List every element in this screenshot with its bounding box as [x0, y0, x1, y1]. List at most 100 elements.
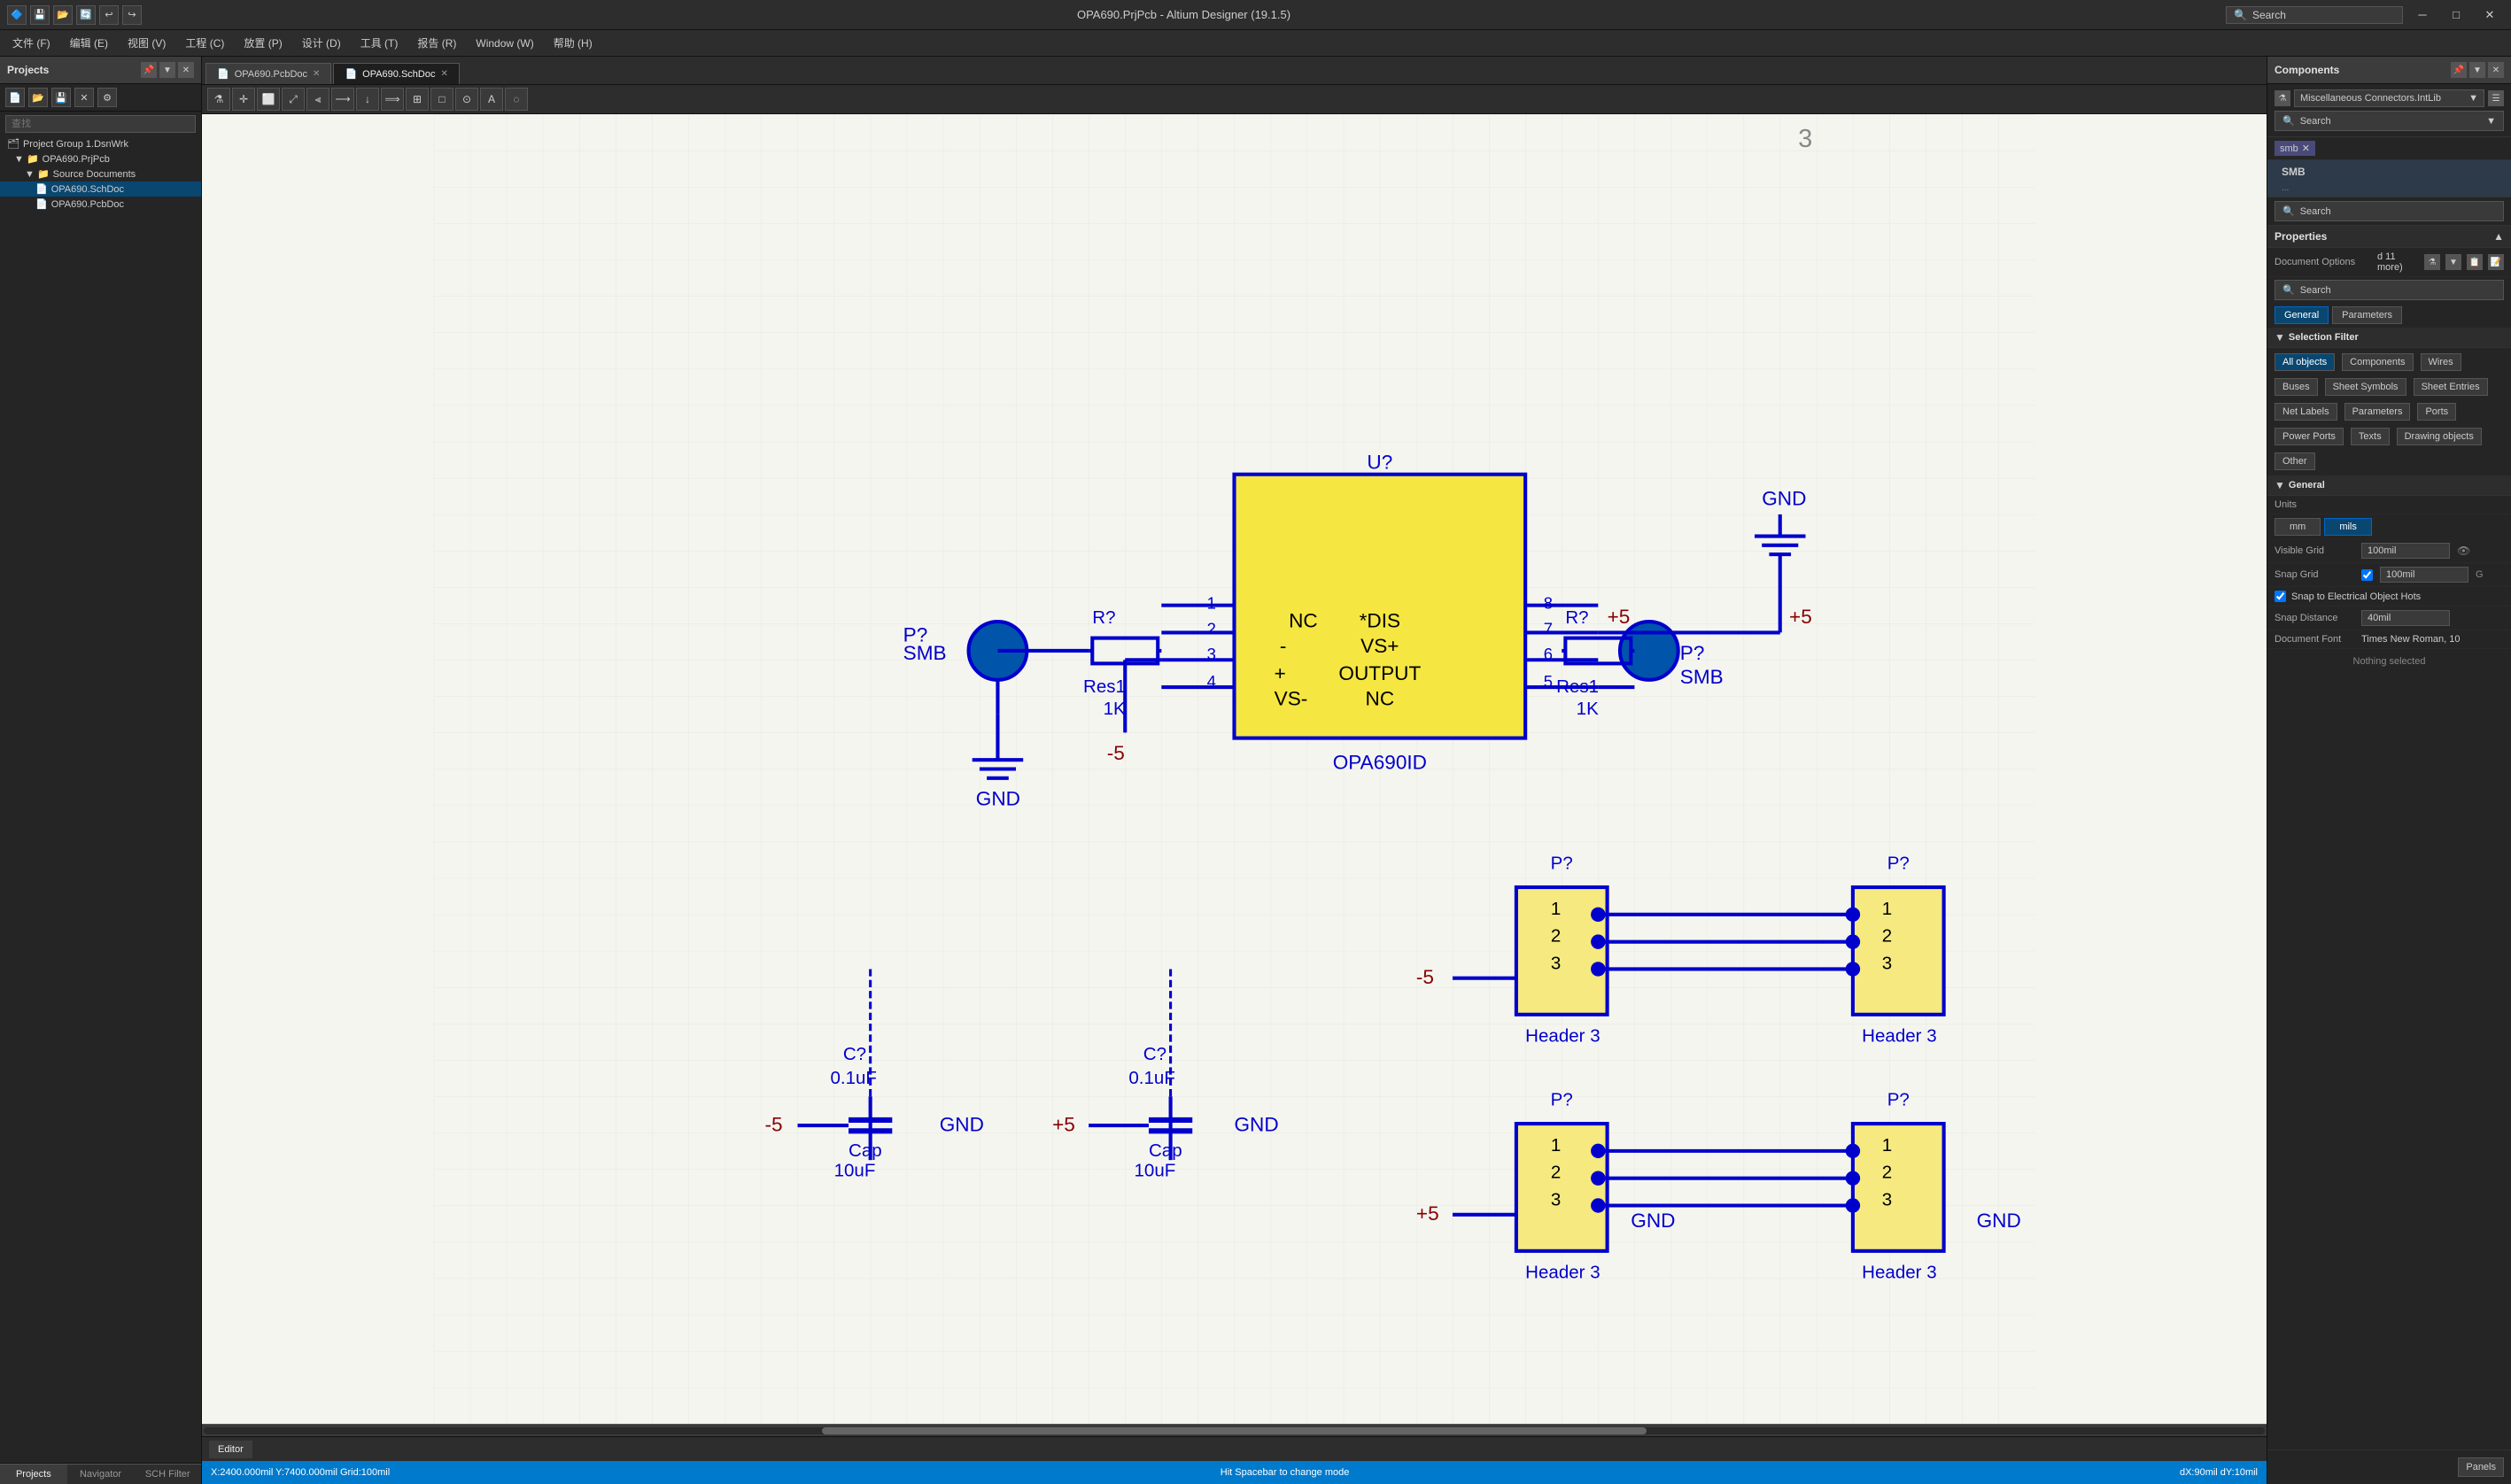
tree-item-source-docs[interactable]: ▼ 📁 Source Documents: [0, 166, 201, 182]
align-tool[interactable]: ⫷: [306, 88, 329, 111]
doc-options-btn3[interactable]: 📝: [2488, 254, 2504, 270]
sf-power-ports[interactable]: Power Ports: [2275, 428, 2344, 445]
menu-file[interactable]: 文件 (F): [4, 32, 59, 54]
save-icon[interactable]: 💾: [30, 5, 50, 25]
rect-select-tool[interactable]: ⬜: [257, 88, 280, 111]
open-btn[interactable]: 📂: [28, 88, 48, 107]
schdoc-tab-close[interactable]: ✕: [440, 69, 447, 79]
sf-parameters[interactable]: Parameters: [2344, 403, 2411, 421]
sf-ports[interactable]: Ports: [2417, 403, 2456, 421]
snap-electrical-checkbox[interactable]: [2275, 591, 2286, 602]
text-tool[interactable]: A: [480, 88, 503, 111]
unit-mm[interactable]: mm: [2275, 518, 2321, 536]
sf-all-objects[interactable]: All objects: [2275, 353, 2335, 371]
h-scrollbar[interactable]: [202, 1424, 2267, 1436]
filter-tool[interactable]: ⚗: [207, 88, 230, 111]
tree-item-schdoc[interactable]: 📄 OPA690.SchDoc: [0, 182, 201, 197]
schematic-canvas-area[interactable]: 3 *DIS VS+ OUTPUT NC - + VS- NC 1 2 3 4: [202, 114, 2267, 1424]
panel-menu-btn[interactable]: ▼: [159, 62, 175, 78]
doc-options-btn1[interactable]: ▼: [2445, 254, 2461, 270]
sf-texts[interactable]: Texts: [2351, 428, 2390, 445]
wire-tool[interactable]: ⟶: [331, 88, 354, 111]
pcbdoc-tab-close[interactable]: ✕: [313, 69, 320, 79]
sf-sheet-symbols[interactable]: Sheet Symbols: [2325, 378, 2406, 396]
menu-edit[interactable]: 编辑 (E): [61, 32, 117, 54]
menu-tools[interactable]: 工具 (T): [352, 32, 407, 54]
tree-item-pcbdoc[interactable]: 📄 OPA690.PcbDoc: [0, 197, 201, 212]
filter-icon[interactable]: ⚗: [2275, 90, 2290, 106]
menu-reports[interactable]: 报告 (R): [408, 32, 465, 54]
snap-grid-checkbox[interactable]: [2361, 569, 2373, 581]
smb-tag-remove[interactable]: ✕: [2302, 143, 2310, 154]
power-tool[interactable]: ⊙: [455, 88, 478, 111]
close-button[interactable]: ✕: [2476, 3, 2504, 27]
close-btn[interactable]: ✕: [74, 88, 94, 107]
menu-help[interactable]: 帮助 (H): [545, 32, 601, 54]
component-search[interactable]: 🔍 Search ▼: [2275, 111, 2504, 131]
components-pin-btn[interactable]: 📌: [2451, 62, 2467, 78]
left-toolbar: 📄 📂 💾 ✕ ⚙: [0, 84, 201, 112]
menu-view[interactable]: 视图 (V): [119, 32, 174, 54]
components-menu-btn[interactable]: ▼: [2469, 62, 2485, 78]
doc-options-btn2[interactable]: 📋: [2467, 254, 2483, 270]
titlebar-search[interactable]: 🔍 Search: [2226, 6, 2403, 24]
tree-item-prjpcb[interactable]: ▼ 📁 OPA690.PrjPcb: [0, 151, 201, 166]
minimize-button[interactable]: ─: [2408, 3, 2437, 27]
tab-schdoc[interactable]: 📄 OPA690.SchDoc ✕: [333, 63, 459, 84]
save-btn[interactable]: 💾: [51, 88, 71, 107]
selection-filter-header[interactable]: ▼ Selection Filter: [2267, 328, 2511, 348]
tab-projects[interactable]: Projects: [0, 1464, 67, 1484]
properties-chevron[interactable]: ▲: [2493, 230, 2504, 243]
sf-net-labels[interactable]: Net Labels: [2275, 403, 2337, 421]
unit-mils[interactable]: mils: [2324, 518, 2372, 536]
sf-sheet-entries[interactable]: Sheet Entries: [2414, 378, 2488, 396]
tab-general[interactable]: General: [2275, 306, 2329, 324]
tab-pcbdoc[interactable]: 📄 OPA690.PcbDoc ✕: [205, 63, 331, 84]
menu-project[interactable]: 工程 (C): [176, 32, 233, 54]
refresh-icon[interactable]: 🔄: [76, 5, 96, 25]
library-dropdown[interactable]: Miscellaneous Connectors.IntLib ▼: [2294, 89, 2484, 107]
tab-navigator[interactable]: Navigator: [67, 1464, 135, 1484]
library-menu-btn[interactable]: ☰: [2488, 90, 2504, 106]
lasso-tool[interactable]: ⤢: [282, 88, 305, 111]
crosshair-tool[interactable]: ✛: [232, 88, 255, 111]
snap-distance-input[interactable]: [2361, 610, 2450, 626]
tab-parameters[interactable]: Parameters: [2332, 306, 2402, 324]
scroll-thumb[interactable]: [822, 1427, 1647, 1434]
menu-window[interactable]: Window (W): [467, 34, 542, 53]
redo-icon[interactable]: ↪: [122, 5, 142, 25]
document-font-row: Document Font Times New Roman, 10: [2267, 630, 2511, 649]
maximize-button[interactable]: □: [2442, 3, 2470, 27]
visible-grid-input[interactable]: [2361, 543, 2450, 559]
open-icon[interactable]: 📂: [53, 5, 73, 25]
props-inner-search[interactable]: 🔍 Search: [2275, 280, 2504, 300]
properties-search[interactable]: 🔍 Search: [2275, 201, 2504, 221]
arc-tool[interactable]: ◌: [505, 88, 528, 111]
general-section-header[interactable]: ▼ General: [2267, 475, 2511, 496]
tree-item-project-group[interactable]: 🗂 Project Group 1.DsnWrk: [0, 136, 201, 151]
components-close-btn[interactable]: ✕: [2488, 62, 2504, 78]
editor-tab-btn[interactable]: Editor: [209, 1441, 252, 1458]
sf-wires[interactable]: Wires: [2421, 353, 2461, 371]
undo-icon[interactable]: ↩: [99, 5, 119, 25]
snap-grid-input[interactable]: [2380, 567, 2468, 583]
menu-design[interactable]: 设计 (D): [293, 32, 350, 54]
panels-button[interactable]: Panels: [2458, 1457, 2504, 1477]
doc-options-filter[interactable]: ⚗: [2424, 254, 2440, 270]
sf-buses[interactable]: Buses: [2275, 378, 2318, 396]
place-tool[interactable]: □: [430, 88, 453, 111]
bus-tool[interactable]: ⟹: [381, 88, 404, 111]
sf-other[interactable]: Other: [2275, 452, 2315, 470]
grid-tool[interactable]: ⊞: [406, 88, 429, 111]
menu-place[interactable]: 放置 (P): [235, 32, 291, 54]
tab-sch-filter[interactable]: SCH Filter: [134, 1464, 201, 1484]
settings-btn[interactable]: ⚙: [97, 88, 117, 107]
down-tool[interactable]: ↓: [356, 88, 379, 111]
sf-components[interactable]: Components: [2342, 353, 2413, 371]
panel-close-btn[interactable]: ✕: [178, 62, 194, 78]
project-search-input[interactable]: [5, 115, 196, 133]
new-btn[interactable]: 📄: [5, 88, 25, 107]
sf-drawing-objects[interactable]: Drawing objects: [2397, 428, 2482, 445]
panel-pin-btn[interactable]: 📌: [141, 62, 157, 78]
visible-grid-icon[interactable]: 👁: [2457, 545, 2470, 557]
